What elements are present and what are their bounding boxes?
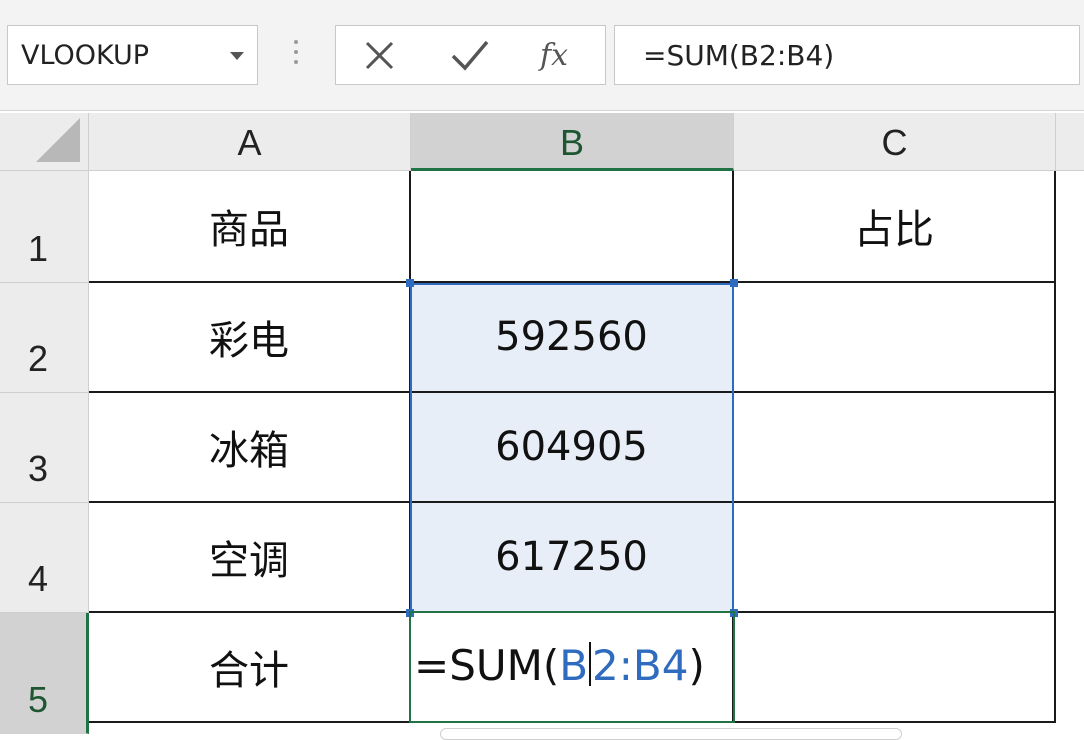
cell-b5-formula: =SUM(B2:B4) bbox=[414, 641, 705, 690]
cell-c5[interactable] bbox=[734, 613, 1056, 723]
insert-function-button[interactable]: fx bbox=[526, 34, 586, 78]
cell-a1[interactable]: 商品 bbox=[89, 171, 411, 283]
name-box[interactable]: VLOOKUP bbox=[7, 25, 258, 85]
close-icon bbox=[365, 41, 394, 70]
formula-input[interactable]: =SUM(B2:B4) bbox=[614, 25, 1080, 85]
cell-c4[interactable] bbox=[734, 503, 1056, 613]
row-header-4[interactable]: 4 bbox=[0, 503, 89, 613]
cell-c2[interactable] bbox=[734, 283, 1056, 393]
chevron-down-icon[interactable] bbox=[230, 52, 244, 60]
cell-b5-editor[interactable]: =SUM(B2:B4) bbox=[412, 613, 732, 721]
spreadsheet-grid: A B C 1 2 3 4 5 商品 占比 彩电 592560 冰箱 60490… bbox=[0, 113, 1084, 734]
cancel-button[interactable] bbox=[350, 34, 410, 78]
formula-text: =SUM(B2:B4) bbox=[643, 39, 835, 72]
row-header-3[interactable]: 3 bbox=[0, 393, 89, 503]
cell-a3[interactable]: 冰箱 bbox=[89, 393, 411, 503]
cell-c3[interactable] bbox=[734, 393, 1056, 503]
grip-handle-icon[interactable] bbox=[293, 40, 299, 70]
cell-b2[interactable]: 592560 bbox=[411, 283, 734, 393]
row-header-1[interactable]: 1 bbox=[0, 171, 89, 283]
fx-icon: fx bbox=[540, 38, 569, 73]
select-all-icon bbox=[36, 118, 80, 162]
cell-a4[interactable]: 空调 bbox=[89, 503, 411, 613]
name-box-value: VLOOKUP bbox=[21, 40, 150, 71]
cell-a5[interactable]: 合计 bbox=[89, 613, 411, 723]
formula-actions: fx bbox=[335, 25, 606, 85]
select-all-button[interactable] bbox=[0, 113, 89, 171]
cell-b4[interactable]: 617250 bbox=[411, 503, 734, 613]
column-header-b[interactable]: B bbox=[411, 113, 734, 171]
cell-a2[interactable]: 彩电 bbox=[89, 283, 411, 393]
cell-b1[interactable] bbox=[411, 171, 734, 283]
cell-b3[interactable]: 604905 bbox=[411, 393, 734, 503]
column-header-c[interactable]: C bbox=[734, 113, 1056, 171]
range-handle-top-right[interactable] bbox=[730, 279, 738, 287]
tooltip-edge bbox=[440, 728, 902, 740]
column-header-d[interactable] bbox=[1056, 113, 1084, 171]
formula-bar: VLOOKUP fx =SUM(B2:B4) bbox=[0, 0, 1084, 111]
row-header-5[interactable]: 5 bbox=[0, 613, 89, 734]
column-header-a[interactable]: A bbox=[89, 113, 411, 171]
check-icon bbox=[451, 40, 489, 71]
row-header-2[interactable]: 2 bbox=[0, 283, 89, 393]
enter-button[interactable] bbox=[441, 34, 501, 78]
cell-c1[interactable]: 占比 bbox=[734, 171, 1056, 283]
range-handle-top-left[interactable] bbox=[406, 279, 414, 287]
text-caret bbox=[589, 642, 592, 686]
